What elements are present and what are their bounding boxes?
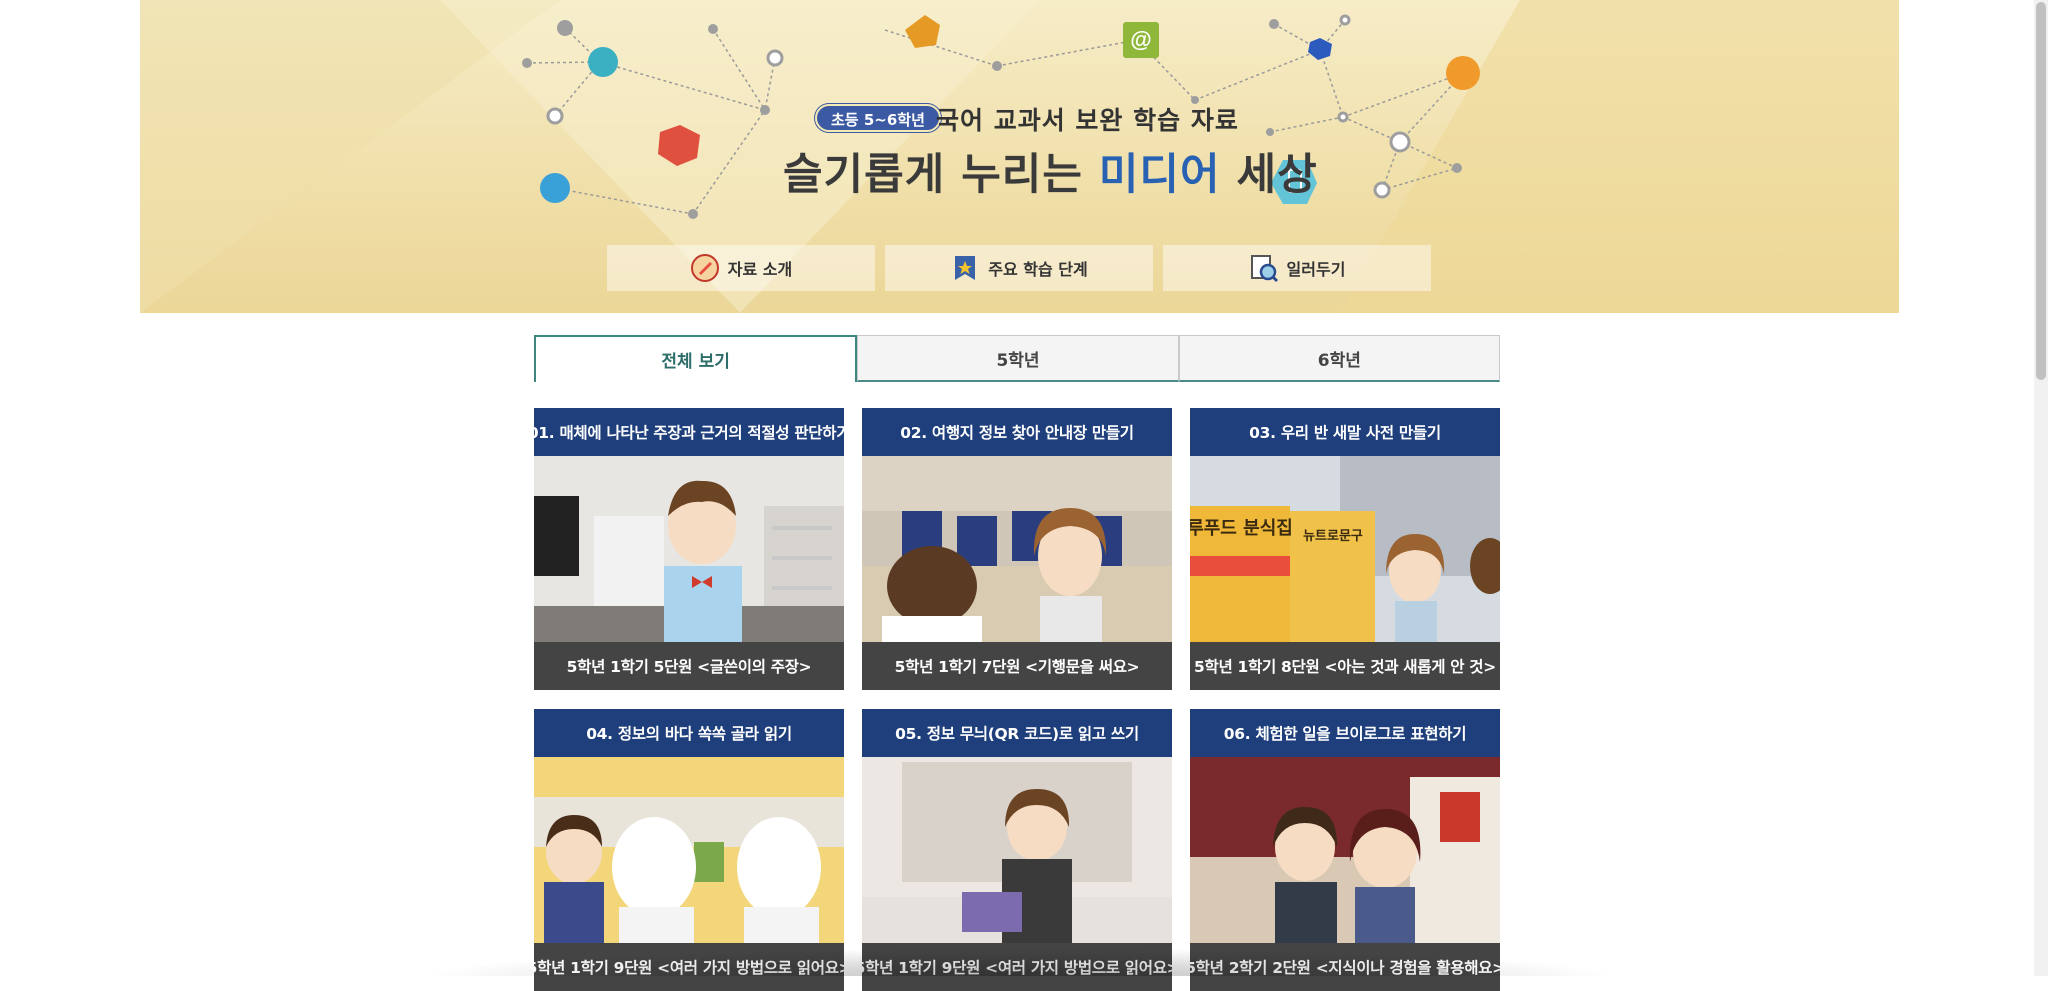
shop-sign-stationery: 뉴트로문구 (1303, 529, 1363, 544)
lesson-card-03[interactable]: 03. 우리 반 새말 사전 만들기 루푸드 분식집 뉴트로문구 5학년 1학기… (1190, 408, 1500, 690)
lesson-card-02[interactable]: 02. 여행지 정보 찾아 안내장 만들기 5학년 1학기 7단원 <기행문을 … (862, 408, 1172, 690)
star-badge-icon (950, 253, 980, 283)
page-title: 슬기롭게 누리는 미디어 세상 (783, 140, 1318, 202)
scrollbar-thumb[interactable] (2036, 2, 2046, 380)
card-title: 03. 우리 반 새말 사전 만들기 (1190, 408, 1500, 456)
nav-label-steps: 주요 학습 단계 (988, 260, 1088, 279)
title-highlight: 미디어 (1098, 150, 1221, 200)
header-banner: @ 초등 5~6학년 국어 교과서 보완 학습 자료 슬기롭게 누리는 미디어 … (140, 0, 1899, 313)
magnifier-icon (1249, 253, 1279, 283)
link-icon (1308, 38, 1332, 60)
nav-button-intro[interactable]: 자료 소개 (607, 245, 875, 291)
card-thumbnail (534, 456, 844, 642)
nav-button-notes[interactable]: 일러두기 (1163, 245, 1431, 291)
page-scrollbar[interactable] (2034, 0, 2048, 976)
page-subtitle: 국어 교과서 보완 학습 자료 (936, 106, 1239, 135)
svg-text:@: @ (1130, 27, 1151, 52)
card-thumbnail (534, 757, 844, 943)
nav-label-notes: 일러두기 (1286, 260, 1346, 279)
card-thumbnail (1190, 757, 1500, 943)
wifi-icon (1446, 56, 1480, 90)
tab-all[interactable]: 전체 보기 (534, 335, 858, 382)
card-caption: 5학년 1학기 8단원 <아는 것과 새롭게 안 것> (1190, 642, 1500, 690)
grade-badge: 초등 5~6학년 (815, 104, 941, 132)
bottom-shadow (420, 948, 1620, 976)
card-thumbnail (862, 456, 1172, 642)
tab-grade-6[interactable]: 6학년 (1178, 335, 1500, 382)
card-caption: 5학년 1학기 5단원 <글쓴이의 주장> (534, 642, 844, 690)
refresh-icon (540, 173, 570, 203)
title-part-2: 세상 (1220, 150, 1318, 200)
grade-tabs: 전체 보기 5학년 6학년 (534, 335, 1500, 382)
rocket-icon (690, 253, 720, 283)
nav-button-steps[interactable]: 주요 학습 단계 (885, 245, 1153, 291)
nav-label-intro: 자료 소개 (727, 260, 793, 279)
tab-grade-5[interactable]: 5학년 (857, 335, 1179, 382)
card-title: 02. 여행지 정보 찾아 안내장 만들기 (862, 408, 1172, 456)
shop-sign-snack: 루푸드 분식집 (1190, 518, 1293, 539)
card-thumbnail (862, 757, 1172, 943)
card-title: 06. 체험한 일을 브이로그로 표현하기 (1190, 709, 1500, 757)
card-thumbnail: 루푸드 분식집 뉴트로문구 (1190, 456, 1500, 642)
title-part-1: 슬기롭게 누리는 (783, 150, 1099, 200)
card-caption: 5학년 1학기 7단원 <기행문을 써요> (862, 642, 1172, 690)
top-navigation: 자료 소개 주요 학습 단계 일러두기 (607, 245, 1431, 291)
card-title: 04. 정보의 바다 쏙쏙 골라 읽기 (534, 709, 844, 757)
card-title: 05. 정보 무늬(QR 코드)로 읽고 쓰기 (862, 709, 1172, 757)
lesson-card-01[interactable]: 01. 매체에 나타난 주장과 근거의 적절성 판단하기 5학년 1학기 5단원… (528, 408, 851, 690)
card-title: 01. 매체에 나타난 주장과 근거의 적절성 판단하기 (528, 408, 851, 456)
clock-icon (588, 47, 618, 77)
